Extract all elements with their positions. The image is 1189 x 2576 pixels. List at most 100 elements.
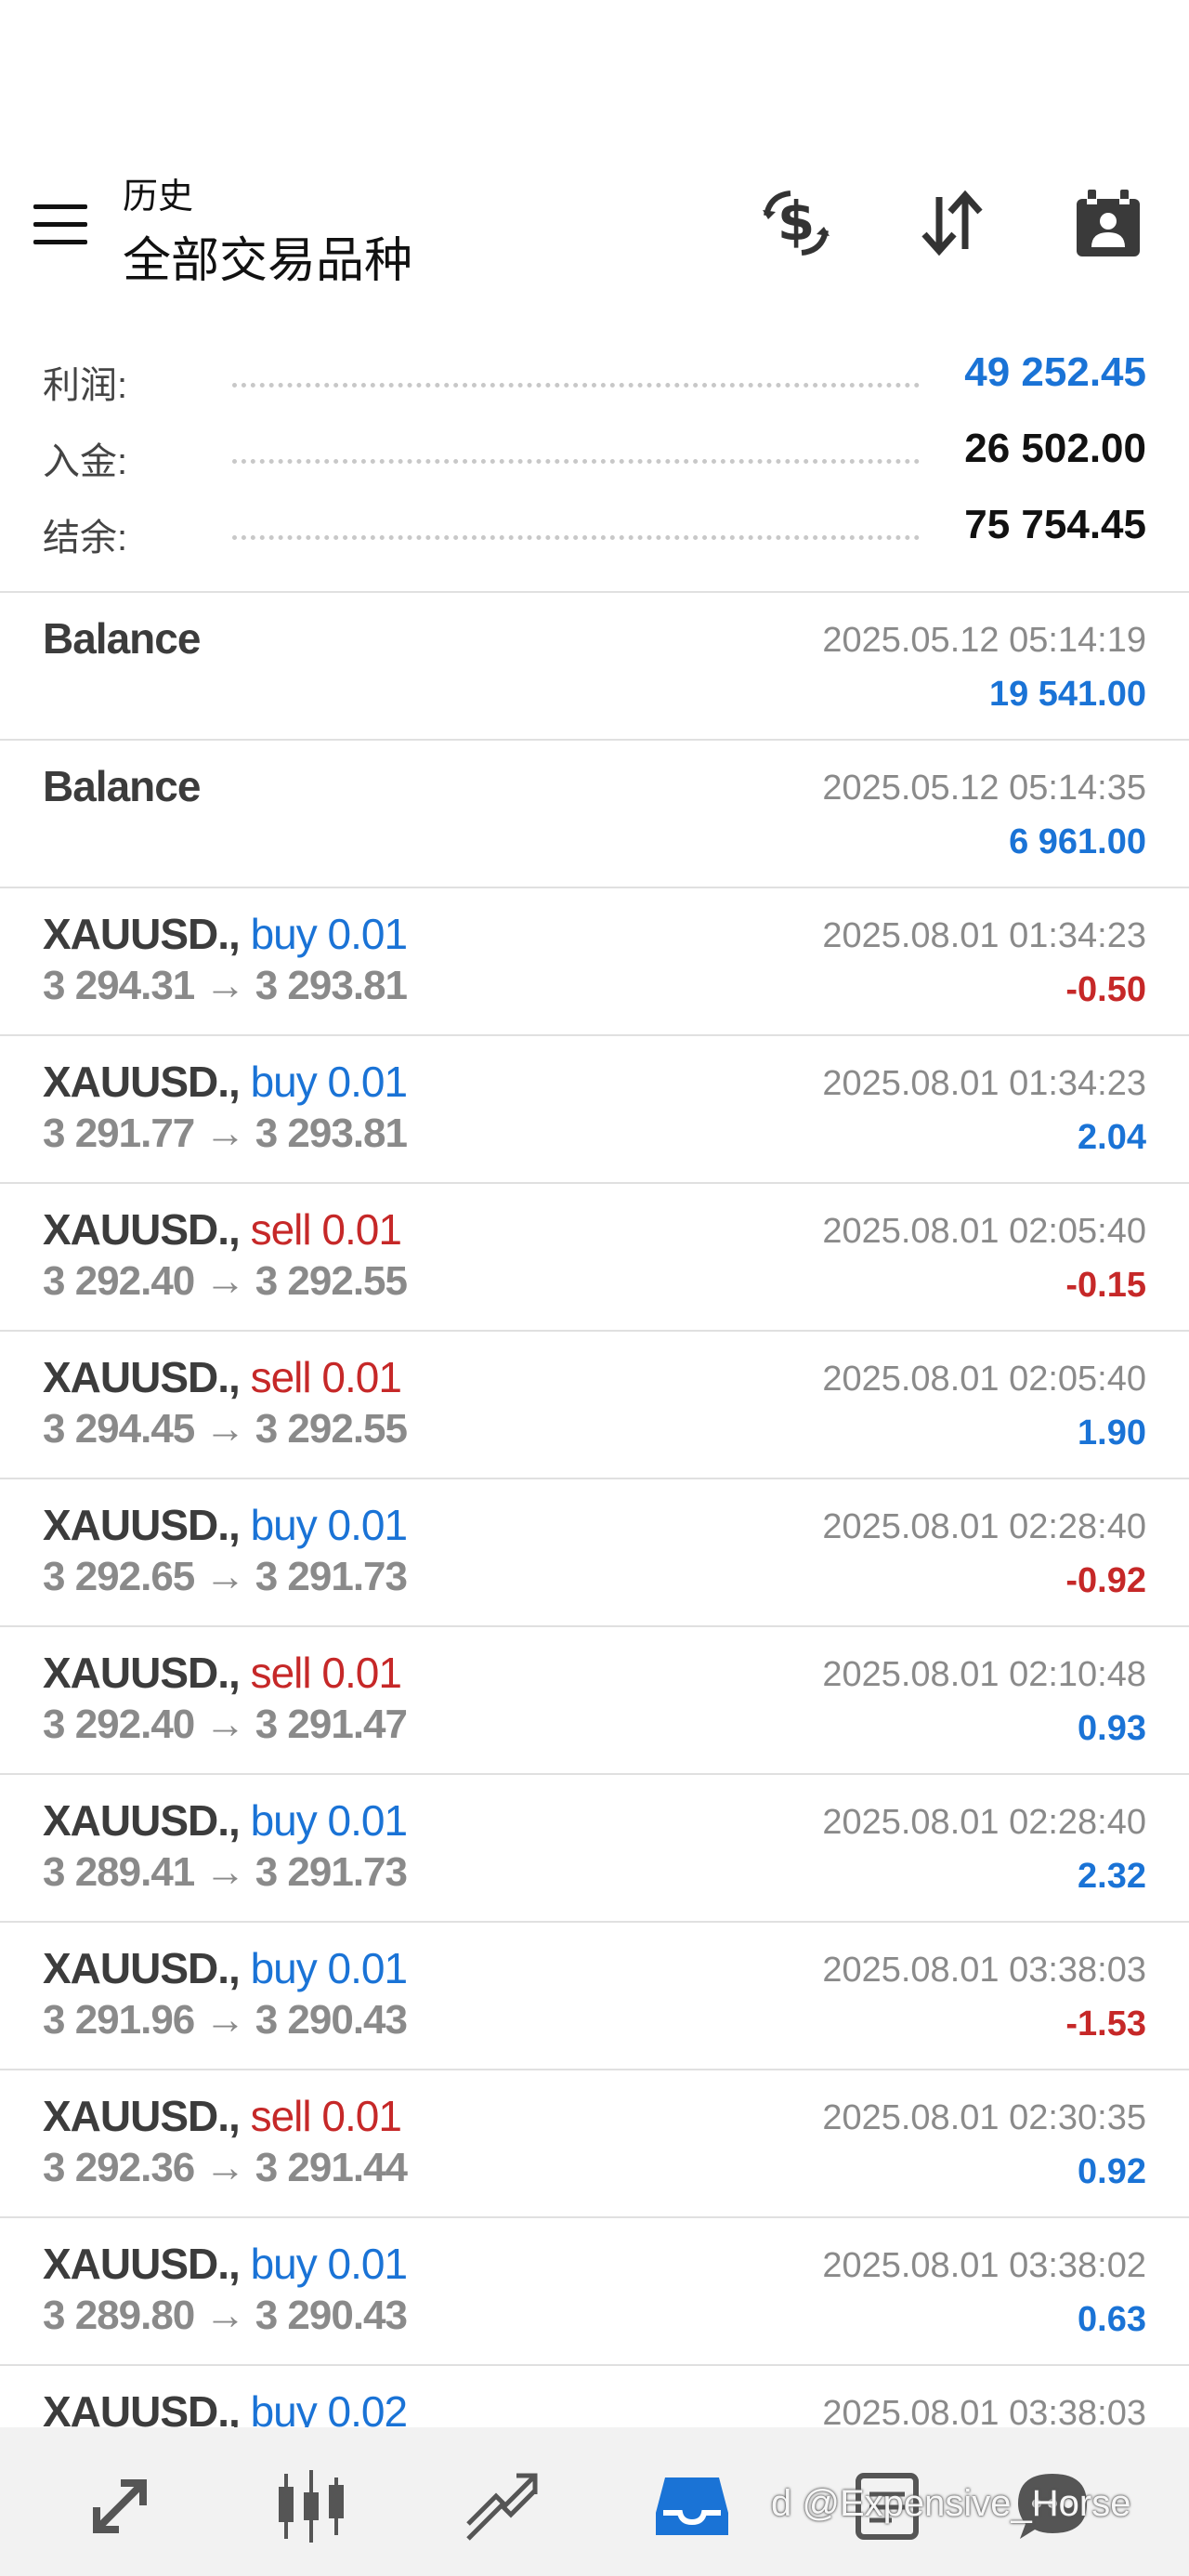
list-item[interactable]: XAUUSD., buy 0.01 3 291.77 → 3 293.81 2025…: [0, 1036, 1189, 1184]
price-range: 3 291.77 → 3 293.81: [43, 1111, 408, 1156]
row-title: XAUUSD., sell 0.01: [43, 1648, 402, 1698]
row-title: XAUUSD., buy 0.01: [43, 1500, 408, 1550]
header-subtitle: 历史: [123, 177, 194, 217]
timestamp: 2025.08.01 02:30:35: [822, 2098, 1146, 2137]
side-label: buy 0.01: [250, 1501, 408, 1549]
side-label: buy 0.01: [250, 1796, 408, 1845]
list-item[interactable]: XAUUSD., sell 0.01 3 292.40 → 3 292.55 202…: [0, 1184, 1189, 1332]
symbol-label: XAUUSD.,: [43, 1058, 251, 1106]
list-item[interactable]: XAUUSD., buy 0.01 3 292.65 → 3 291.73 2025…: [0, 1479, 1189, 1627]
balance-value: 75 754.45: [964, 502, 1146, 547]
list-item[interactable]: XAUUSD., buy 0.01 3 291.96 → 3 290.43 2025…: [0, 1923, 1189, 2070]
price-range: 3 292.36 → 3 291.44: [43, 2145, 408, 2190]
side-label: sell 0.01: [250, 1649, 402, 1697]
price-range: 3 294.45 → 3 292.55: [43, 1406, 408, 1452]
watermark-icon: d: [771, 2483, 803, 2524]
row-title: XAUUSD., sell 0.01: [43, 1204, 402, 1255]
timestamp: 2025.08.01 02:05:40: [822, 1360, 1146, 1399]
amount-value: 0.92: [1078, 2152, 1146, 2191]
symbol-label: XAUUSD.,: [43, 1944, 251, 1992]
symbol-label: XAUUSD.,: [43, 1205, 251, 1254]
watermark-text: d @Expensive_Horse: [771, 2483, 1131, 2524]
list-item[interactable]: Balance 2025.05.12 05:14:35 6 961.00: [0, 741, 1189, 888]
side-label: sell 0.01: [250, 1353, 402, 1401]
dotted-leader: [232, 383, 920, 388]
amount-value: 0.63: [1078, 2300, 1146, 2339]
calendar-icon[interactable]: [1066, 181, 1150, 265]
list-item[interactable]: XAUUSD., buy 0.01 3 294.31 → 3 293.81 2025…: [0, 888, 1189, 1036]
timestamp: 2025.08.01 01:34:23: [822, 1064, 1146, 1103]
amount-value: 6 961.00: [1009, 822, 1146, 861]
timestamp: 2025.08.01 01:34:23: [822, 916, 1146, 955]
price-range: 3 291.96 → 3 290.43: [43, 1997, 408, 2043]
summary-panel: 利润: 49 252.45 入金: 26 502.00 结余: 75 754.4…: [0, 344, 1189, 572]
amount-value: -0.92: [1065, 1561, 1146, 1600]
row-title: XAUUSD., buy 0.01: [43, 1943, 408, 1993]
svg-text:$: $: [777, 190, 815, 253]
timestamp: 2025.08.01 02:10:48: [822, 1655, 1146, 1694]
history-list: Balance 2025.05.12 05:14:19 19 541.00 Balan…: [0, 591, 1189, 2514]
list-item[interactable]: XAUUSD., sell 0.01 3 292.36 → 3 291.44 202…: [0, 2070, 1189, 2218]
timestamp: 2025.05.12 05:14:19: [822, 621, 1146, 660]
symbol-label: XAUUSD.,: [43, 1796, 251, 1845]
currency-exchange-icon[interactable]: $: [754, 181, 838, 265]
symbol-label: XAUUSD.,: [43, 2092, 251, 2140]
side-label: buy 0.01: [250, 1944, 408, 1992]
price-range: 3 292.65 → 3 291.73: [43, 1554, 408, 1599]
list-item[interactable]: XAUUSD., buy 0.01 3 289.41 → 3 291.73 2025…: [0, 1775, 1189, 1923]
deposit-label: 入金:: [43, 441, 128, 482]
timestamp: 2025.05.12 05:14:35: [822, 769, 1146, 808]
amount-value: 0.93: [1078, 1709, 1146, 1748]
row-title: XAUUSD., buy 0.01: [43, 909, 408, 959]
side-label: buy 0.01: [250, 1058, 408, 1106]
row-title: XAUUSD., sell 0.01: [43, 1352, 402, 1402]
summary-profit-row: 利润: 49 252.45: [0, 344, 1189, 420]
amount-value: -0.15: [1065, 1266, 1146, 1305]
timestamp: 2025.08.01 03:38:02: [822, 2246, 1146, 2285]
symbol-label: Balance: [43, 614, 201, 663]
list-item[interactable]: XAUUSD., sell 0.01 3 292.40 → 3 291.47 202…: [0, 1627, 1189, 1775]
row-title: XAUUSD., sell 0.01: [43, 2091, 402, 2141]
price-range: 3 294.31 → 3 293.81: [43, 963, 408, 1008]
side-label: sell 0.01: [250, 1205, 402, 1254]
amount-value: 1.90: [1078, 1413, 1146, 1452]
sort-icon[interactable]: [910, 181, 994, 265]
row-title: Balance: [43, 613, 201, 664]
list-item[interactable]: XAUUSD., sell 0.01 3 294.45 → 3 292.55 202…: [0, 1332, 1189, 1479]
trade-icon[interactable]: [450, 2464, 552, 2548]
balance-label: 结余:: [43, 518, 128, 559]
timestamp: 2025.08.01 02:28:40: [822, 1507, 1146, 1546]
price-range: 3 289.41 → 3 291.73: [43, 1849, 408, 1895]
dotted-leader: [232, 459, 920, 464]
timestamp: 2025.08.01 02:05:40: [822, 1212, 1146, 1251]
header-title[interactable]: 全部交易品种: [123, 221, 412, 291]
app-header: 历史 全部交易品种 $: [0, 0, 1189, 325]
symbol-label: XAUUSD.,: [43, 1353, 251, 1401]
timestamp: 2025.08.01 02:28:40: [822, 1803, 1146, 1842]
list-item[interactable]: XAUUSD., buy 0.01 3 289.80 → 3 290.43 2025…: [0, 2218, 1189, 2366]
timestamp: 2025.08.01 03:38:03: [822, 1951, 1146, 1990]
price-range: 3 292.40 → 3 292.55: [43, 1258, 408, 1304]
chart-icon[interactable]: [260, 2464, 362, 2548]
row-title: XAUUSD., buy 0.01: [43, 1057, 408, 1107]
summary-balance-row: 结余: 75 754.45: [0, 496, 1189, 572]
deposit-value: 26 502.00: [964, 426, 1146, 471]
list-item[interactable]: Balance 2025.05.12 05:14:19 19 541.00: [0, 593, 1189, 741]
price-range: 3 292.40 → 3 291.47: [43, 1702, 408, 1747]
amount-value: -0.50: [1065, 970, 1146, 1009]
row-title: XAUUSD., buy 0.01: [43, 1795, 408, 1846]
menu-icon[interactable]: [33, 204, 87, 245]
quotes-icon[interactable]: [69, 2464, 171, 2548]
symbol-label: Balance: [43, 762, 201, 810]
amount-value: -1.53: [1065, 2004, 1146, 2044]
amount-value: 2.32: [1078, 1857, 1146, 1896]
history-icon[interactable]: [641, 2464, 743, 2548]
symbol-label: XAUUSD.,: [43, 1649, 251, 1697]
dotted-leader: [232, 535, 920, 540]
side-label: sell 0.01: [250, 2092, 402, 2140]
profit-value: 49 252.45: [964, 349, 1146, 395]
amount-value: 2.04: [1078, 1118, 1146, 1157]
row-title: XAUUSD., buy 0.01: [43, 2239, 408, 2289]
amount-value: 19 541.00: [988, 675, 1146, 714]
side-label: buy 0.01: [250, 2240, 408, 2288]
